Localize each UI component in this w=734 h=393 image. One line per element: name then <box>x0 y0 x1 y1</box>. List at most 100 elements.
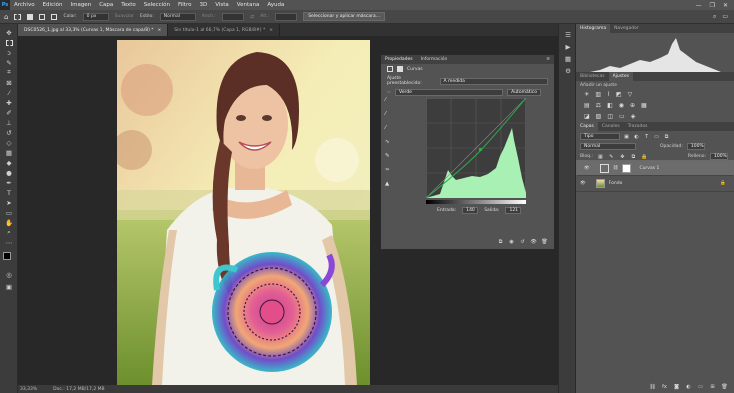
menu-ventana[interactable]: Ventana <box>233 2 264 8</box>
swatches-panel-icon[interactable]: ▦ <box>563 54 573 63</box>
curve-point[interactable] <box>479 148 482 151</box>
channel-select[interactable]: Verde <box>395 88 504 96</box>
blend-mode-select[interactable]: Normal <box>580 143 636 150</box>
smooth-curve-icon[interactable]: ≈ <box>385 167 393 173</box>
subtract-selection-icon[interactable] <box>51 13 58 20</box>
smooth-checkbox[interactable]: Suavizar <box>115 14 134 19</box>
tab-paths[interactable]: Trazados <box>624 122 652 131</box>
close-tab-icon[interactable]: × <box>269 28 273 33</box>
quick-mask-icon[interactable]: ◎ <box>4 270 14 279</box>
close-tab-icon[interactable]: × <box>158 28 162 33</box>
chain-icon[interactable]: ⛓ <box>613 166 619 171</box>
close-icon[interactable]: ✕ <box>723 2 728 9</box>
healing-brush-tool-icon[interactable]: ✚ <box>4 98 14 107</box>
menu-3d[interactable]: 3D <box>195 2 211 8</box>
lock-all-icon[interactable]: 🔒 <box>641 153 648 160</box>
lock-transparency-icon[interactable]: ▦ <box>597 153 604 160</box>
lock-pixels-icon[interactable]: ✎ <box>608 153 615 160</box>
curves-adjust-icon[interactable]: ⌇ <box>607 91 610 98</box>
crop-tool-icon[interactable]: ⌗ <box>4 68 14 77</box>
delete-icon[interactable]: 🗑 <box>541 238 548 245</box>
blur-tool-icon[interactable]: ◆ <box>4 158 14 167</box>
layer-style-icon[interactable]: fx <box>661 383 668 390</box>
view-previous-icon[interactable]: ◉ <box>508 238 515 245</box>
menu-ayuda[interactable]: Ayuda <box>263 2 288 8</box>
filter-shape-icon[interactable]: ▭ <box>653 133 660 140</box>
filter-type-icon[interactable]: T <box>643 133 650 140</box>
levels-icon[interactable]: ▥ <box>595 91 601 98</box>
white-point-eyedropper-icon[interactable]: ⁄ <box>385 125 393 131</box>
tab-properties[interactable]: Propiedades <box>385 57 413 62</box>
home-icon[interactable]: ⌂ <box>4 13 8 21</box>
clipping-warning-icon[interactable]: ▲ <box>385 181 393 187</box>
pen-tool-icon[interactable]: ✒ <box>4 178 14 187</box>
width-input[interactable] <box>221 12 244 21</box>
actions-panel-icon[interactable]: ▶ <box>563 42 573 51</box>
new-adjustment-icon[interactable]: ◐ <box>685 383 692 390</box>
output-value-field[interactable]: 121 <box>505 207 522 214</box>
selective-color-icon[interactable]: ◈ <box>631 113 636 120</box>
hue-saturation-icon[interactable]: ▤ <box>584 102 590 109</box>
channel-mixer-icon[interactable]: ⊕ <box>630 102 635 109</box>
zoom-level[interactable]: 33,33% <box>20 387 37 392</box>
add-mask-icon[interactable]: ◙ <box>673 383 680 390</box>
posterize-icon[interactable]: ▨ <box>596 113 602 120</box>
feather-input[interactable]: 0 px <box>82 12 109 21</box>
lock-artboard-icon[interactable]: ⧉ <box>630 153 637 160</box>
opacity-field[interactable]: 100% <box>686 143 705 150</box>
search-icon[interactable]: ⌕ <box>713 13 716 21</box>
auto-button[interactable]: Automático <box>507 88 542 96</box>
photo-filter-icon[interactable]: ◉ <box>619 102 624 109</box>
color-lookup-icon[interactable]: ▦ <box>641 102 647 109</box>
layer-visibility-icon[interactable]: 👁 <box>584 166 590 171</box>
eyedropper-tool-icon[interactable]: ⁄ <box>4 88 14 97</box>
frame-tool-icon[interactable]: ⊠ <box>4 78 14 87</box>
menu-imagen[interactable]: Imagen <box>66 2 95 8</box>
black-white-icon[interactable]: ◧ <box>607 102 613 109</box>
layer-visibility-icon[interactable]: 👁 <box>580 181 586 186</box>
layer-filter-select[interactable]: Tipo <box>580 133 620 140</box>
target-adjust-icon[interactable]: ☞ <box>387 90 391 95</box>
workspace-icon[interactable]: ▭ <box>722 13 728 20</box>
delete-layer-icon[interactable]: 🗑 <box>721 383 728 390</box>
layer-mask-thumb[interactable] <box>622 163 632 173</box>
menu-archivo[interactable]: Archivo <box>10 2 39 8</box>
tab-histogram[interactable]: Histograma <box>576 24 611 33</box>
filter-adjust-icon[interactable]: ◐ <box>633 133 640 140</box>
filter-pixel-icon[interactable]: ▣ <box>623 133 630 140</box>
layer-name[interactable]: Curvas 1 <box>639 166 659 171</box>
layer-name[interactable]: Fondo <box>609 181 623 186</box>
visibility-icon[interactable]: 👁 <box>530 238 537 245</box>
zoom-tool-icon[interactable]: ⌕ <box>4 228 14 237</box>
select-and-mask-button[interactable]: Seleccionar y aplicar máscara... <box>303 12 386 21</box>
move-tool-icon[interactable]: ✥ <box>4 28 14 37</box>
add-selection-icon[interactable] <box>39 13 46 20</box>
gradient-tool-icon[interactable]: ▦ <box>4 148 14 157</box>
tab-libraries[interactable]: Bibliotecas <box>576 72 609 81</box>
menu-vista[interactable]: Vista <box>211 2 233 8</box>
brush-tool-icon[interactable]: ✐ <box>4 108 14 117</box>
invert-icon[interactable]: ◪ <box>584 113 590 120</box>
history-brush-tool-icon[interactable]: ↺ <box>4 128 14 137</box>
layer-row-fondo[interactable]: 👁 Fondo 🔒 <box>576 176 734 192</box>
dodge-tool-icon[interactable]: ● <box>4 168 14 177</box>
input-value-field[interactable]: 140 <box>462 207 479 214</box>
reset-icon[interactable]: ↺ <box>519 238 526 245</box>
new-selection-icon[interactable] <box>27 13 34 20</box>
screen-mode-icon[interactable]: ▣ <box>4 282 14 291</box>
curve-point-icon[interactable]: ∿ <box>385 139 393 145</box>
swap-icon[interactable]: ⇄ <box>250 14 254 20</box>
threshold-icon[interactable]: ◫ <box>607 113 613 120</box>
quick-selection-tool-icon[interactable]: ✎ <box>4 58 14 67</box>
clip-to-layer-icon[interactable]: ⧉ <box>497 238 504 245</box>
exposure-icon[interactable]: ◩ <box>616 91 622 98</box>
path-selection-tool-icon[interactable]: ➤ <box>4 198 14 207</box>
menu-capa[interactable]: Capa <box>95 2 117 8</box>
lock-position-icon[interactable]: ✥ <box>619 153 626 160</box>
new-group-icon[interactable]: ▭ <box>697 383 704 390</box>
link-layers-icon[interactable]: ⛓ <box>649 383 656 390</box>
restore-icon[interactable]: ❐ <box>710 2 715 9</box>
minimize-icon[interactable]: — <box>696 2 702 9</box>
layer-row-curves[interactable]: 👁 ⛓ Curvas 1 <box>576 160 734 176</box>
menu-texto[interactable]: Texto <box>117 2 140 8</box>
